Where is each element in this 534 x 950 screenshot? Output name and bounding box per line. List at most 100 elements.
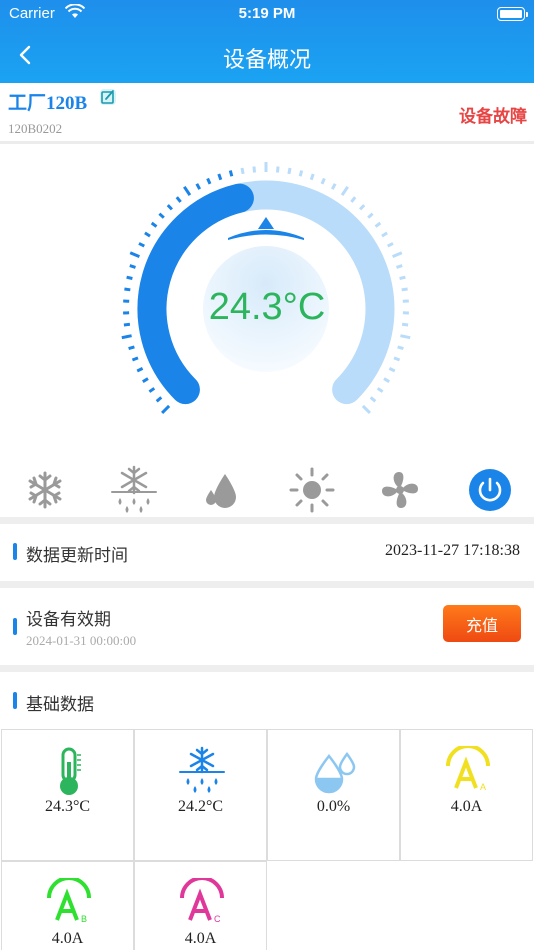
gauge-tick <box>161 404 171 414</box>
fan-icon[interactable] <box>374 464 426 516</box>
section-marker <box>13 543 17 560</box>
gauge-tick <box>175 196 182 203</box>
page-title: 设备概况 <box>222 47 311 72</box>
humidity-icon <box>314 751 356 794</box>
section-marker <box>13 692 17 709</box>
gauge-tick <box>217 173 223 181</box>
gauge-tick <box>320 177 326 185</box>
current-b-icon: B <box>47 878 91 924</box>
validity-label: 设备有效期 <box>26 610 111 629</box>
power-icon[interactable] <box>464 464 516 516</box>
gauge-tick <box>397 345 404 351</box>
svg-text:B: B <box>81 914 87 924</box>
gauge-tick <box>183 185 192 196</box>
gauge-tick <box>367 212 374 219</box>
basic-data-title: 基础数据 <box>26 695 94 714</box>
gauge-tick <box>155 396 163 403</box>
gauge-tick <box>126 275 133 280</box>
gauge-tick <box>129 251 140 258</box>
gauge-tick <box>166 204 173 211</box>
grid-value: 24.3°C <box>44 798 91 815</box>
thermometer-icon <box>60 747 81 795</box>
current-a-icon: A <box>446 746 490 792</box>
gauge-tick <box>396 264 403 269</box>
recharge-button[interactable]: 充值 <box>443 605 521 642</box>
grid-cell-current-b: B 4.0A <box>1 861 134 950</box>
gauge-tick <box>142 377 149 383</box>
snowflake-icon[interactable] <box>19 464 71 516</box>
update-time-label: 数据更新时间 <box>26 546 128 565</box>
gauge-tick <box>195 183 202 190</box>
divider <box>0 517 534 524</box>
gauge-tick <box>148 387 156 393</box>
battery-icon <box>497 7 528 21</box>
gauge-tick <box>144 231 151 238</box>
gauge-tick <box>128 345 135 351</box>
grid-cell-current-a: A 4.0A <box>400 729 533 861</box>
gauge-tick <box>158 212 165 219</box>
gauge-tick <box>400 334 411 340</box>
gauge-tick <box>376 387 384 393</box>
gauge-tick <box>228 170 234 177</box>
water-drops-icon[interactable] <box>196 464 248 516</box>
gauge-tick <box>206 177 212 185</box>
gauge-tick <box>150 221 158 228</box>
gauge-tick <box>393 356 401 362</box>
grid-value: 24.2°C <box>177 798 224 815</box>
gauge-tick <box>287 167 292 175</box>
grid-cell-temperature: 24.3°C <box>1 729 134 861</box>
gauge-tick <box>399 275 406 280</box>
gauge-tick <box>374 221 382 228</box>
grid-cell-cold: 24.2°C <box>134 729 267 861</box>
clock: 5:19 PM <box>238 5 296 22</box>
device-name: 工厂120B <box>8 93 88 114</box>
gauge-tick <box>276 166 280 173</box>
gauge-tick <box>361 404 371 414</box>
gauge-tick <box>121 334 132 340</box>
gauge-tick <box>350 196 357 203</box>
gauge-tick <box>387 242 394 248</box>
grid-value: 4.0A <box>450 798 483 815</box>
gauge-tick <box>340 185 349 196</box>
validity-date: 2024-01-31 00:00:00 <box>26 633 137 648</box>
gauge-tick <box>388 367 396 373</box>
grid-value: 4.0A <box>51 930 84 947</box>
gauge-pointer-tip <box>258 217 274 229</box>
gauge-tick <box>136 367 144 373</box>
gauge-tick <box>381 231 388 238</box>
gauge-tick <box>369 396 377 403</box>
mode-bar <box>0 464 534 516</box>
gauge-tick <box>131 356 139 362</box>
gauge-tick <box>330 183 337 190</box>
gauge-tick <box>298 170 304 177</box>
update-time-value: 2023-11-27 17:18:38 <box>385 542 520 559</box>
gauge-tick <box>252 166 256 173</box>
sun-icon[interactable] <box>286 464 338 516</box>
gauge-tick <box>309 173 315 181</box>
grid-value: 4.0A <box>184 930 217 947</box>
gauge-tick <box>240 167 245 175</box>
section-marker <box>13 618 17 635</box>
edit-icon[interactable] <box>98 87 118 107</box>
gauge-tick <box>383 377 390 383</box>
snow-rain-icon <box>179 746 225 793</box>
header: Carrier 5:19 PM 设备概况 <box>0 0 534 83</box>
device-code: 120B0202 <box>8 121 63 136</box>
gauge-pointer <box>228 230 304 240</box>
basic-data-grid: 24.3°C 24.2°C 0.0% A 4.0A B 4.0A C 4.0A <box>1 729 533 950</box>
temperature-reading: 24.3°C <box>208 286 326 328</box>
gauge-tick <box>392 251 403 258</box>
svg-text:C: C <box>214 914 221 924</box>
grid-cell-current-c: C 4.0A <box>134 861 267 950</box>
fault-status: 设备故障 <box>459 107 527 126</box>
gauge-tick <box>138 242 145 248</box>
divider <box>0 581 534 588</box>
grid-cell-humidity: 0.0% <box>267 729 400 861</box>
snow-rain-icon[interactable] <box>108 464 160 516</box>
divider <box>0 665 534 672</box>
status-bar: Carrier 5:19 PM <box>0 0 534 28</box>
svg-text:A: A <box>480 782 486 792</box>
gauge-tick <box>359 204 366 211</box>
gauge-tick <box>129 264 136 269</box>
current-c-icon: C <box>180 878 224 924</box>
